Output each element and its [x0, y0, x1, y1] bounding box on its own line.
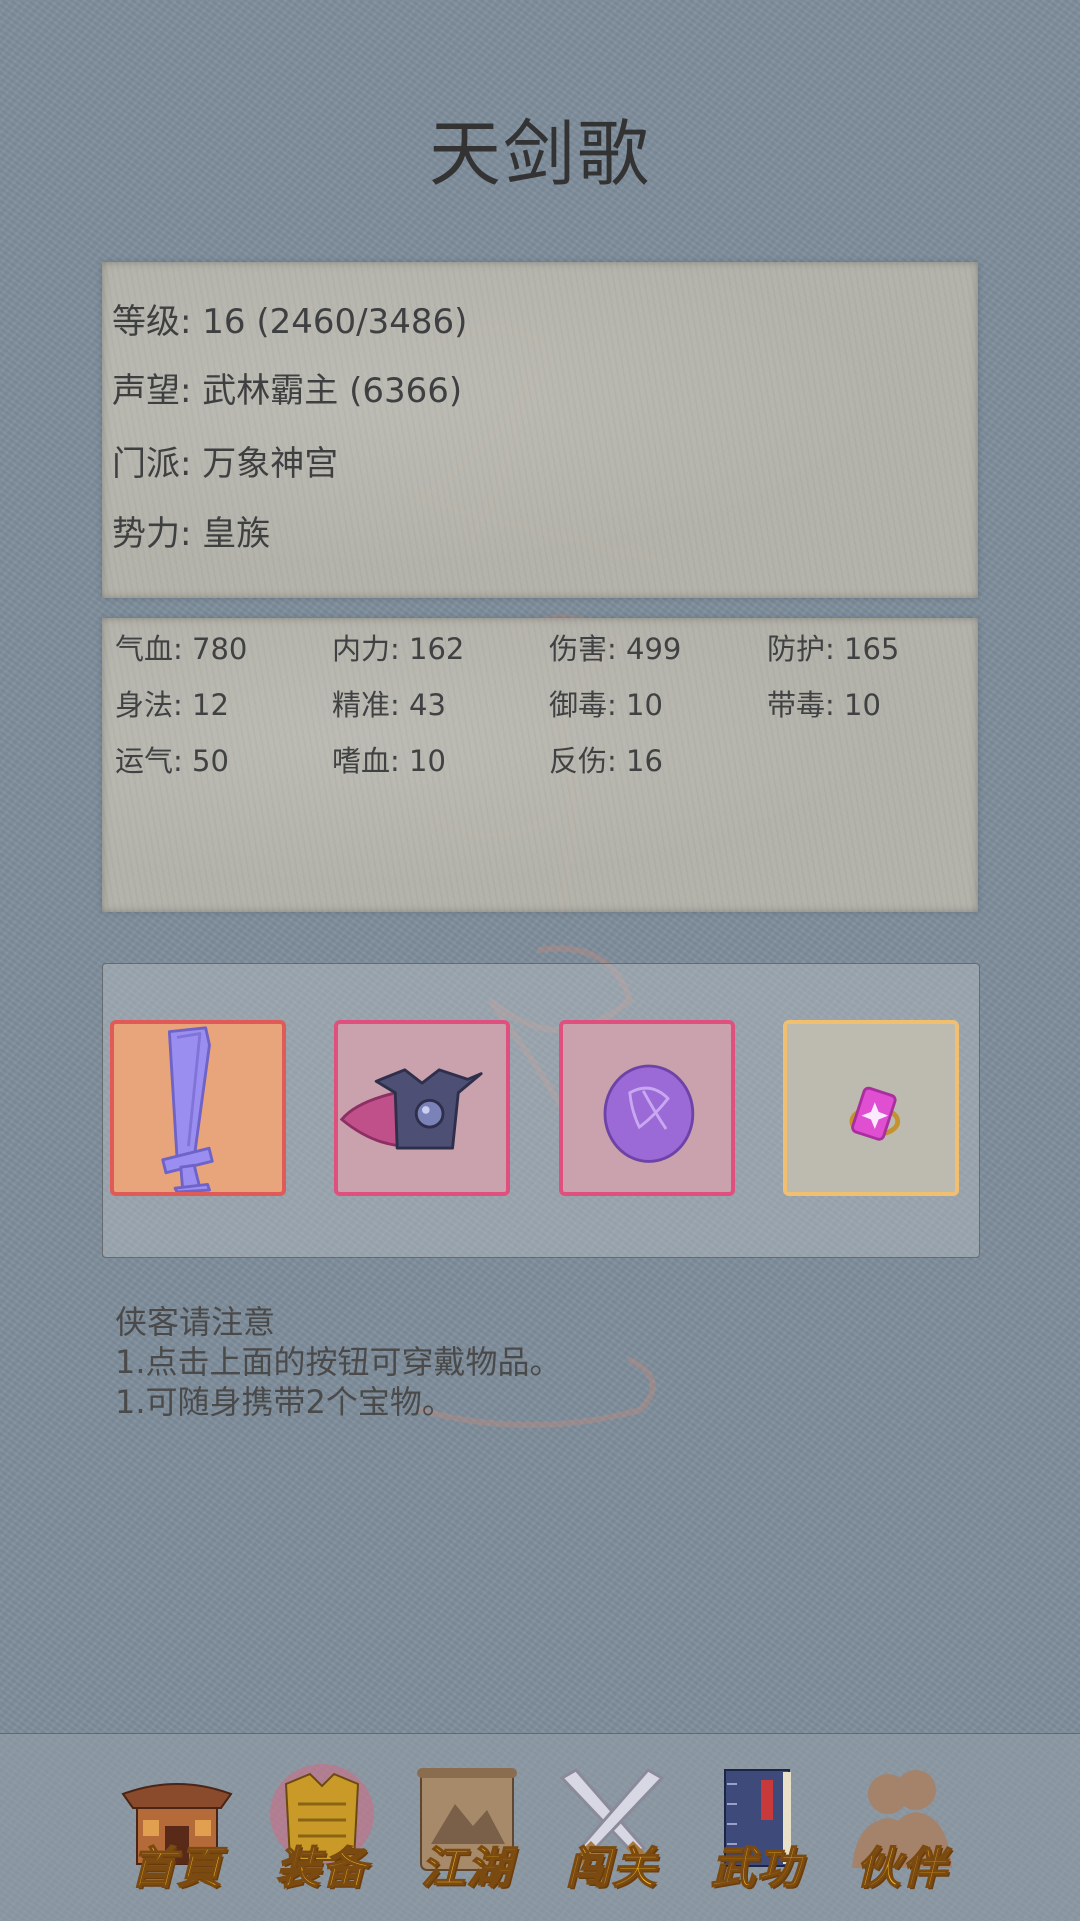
stat-label: 内力: [332, 632, 391, 666]
stat-defense: 防护: 165: [767, 632, 900, 666]
sword-icon: [161, 1026, 214, 1192]
nav-companions[interactable]: 伙伴: [842, 1764, 962, 1895]
nav-home[interactable]: 首頁: [117, 1764, 237, 1895]
nav-martial-arts[interactable]: 武功: [697, 1764, 817, 1895]
ring-icon: [849, 1086, 901, 1141]
stat-value: 43: [409, 688, 446, 722]
stat-poison-resist: 御毒: 10: [549, 688, 663, 722]
stat-value: 162: [409, 632, 465, 666]
level-label: 等级: [112, 302, 180, 342]
nav-equipment[interactable]: 装备: [262, 1764, 382, 1895]
sect-value: 万象神宫: [202, 444, 339, 484]
nav-equipment-label: 装备: [275, 1842, 368, 1895]
fame-row: 声望: 武林霸主 (6366): [112, 371, 463, 411]
armor-slot[interactable]: [334, 1020, 510, 1196]
stat-accuracy: 精准: 43: [332, 688, 446, 722]
stat-value: 780: [192, 632, 248, 666]
character-info-panel: 等级: 16 (2460/3486) 声望: 武林霸主 (6366) 门派: 万…: [102, 262, 978, 598]
stat-hp: 气血: 780: [115, 632, 248, 666]
stat-value: 50: [192, 744, 229, 778]
nav-home-label: 首頁: [130, 1842, 223, 1895]
equipment-panel: [102, 963, 980, 1258]
sect-row: 门派: 万象神宫: [112, 444, 339, 484]
stat-poison: 带毒: 10: [767, 688, 881, 722]
stat-value: 10: [626, 688, 663, 722]
level-row: 等级: 16 (2460/3486): [112, 302, 468, 342]
stat-damage: 伤害: 499: [549, 632, 682, 666]
stat-label: 精准: [332, 688, 391, 722]
stat-label: 御毒: [549, 688, 608, 722]
notice-line-1: 1.点击上面的按钮可穿戴物品。: [115, 1343, 562, 1381]
stat-lifesteal: 嗜血: 10: [332, 744, 446, 778]
stat-reflect: 反伤: 16: [549, 744, 663, 778]
stat-value: 499: [626, 632, 682, 666]
bottom-nav: 首頁 装备 江湖 闯关 武功 伙伴: [0, 1733, 1080, 1921]
stat-label: 运气: [115, 744, 174, 778]
stat-luck: 运气: 50: [115, 744, 229, 778]
notice-line-2: 1.可随身携带2个宝物。: [115, 1383, 454, 1421]
stat-mp: 内力: 162: [332, 632, 465, 666]
nav-martial-arts-label: 武功: [710, 1842, 803, 1895]
stat-label: 伤害: [549, 632, 608, 666]
stat-value: 12: [192, 688, 229, 722]
stat-value: 10: [844, 688, 881, 722]
notice-heading: 侠客请注意: [115, 1303, 276, 1341]
stat-agility: 身法: 12: [115, 688, 229, 722]
nav-challenge-label: 闯关: [565, 1842, 658, 1895]
stat-label: 带毒: [767, 688, 826, 722]
faction-value: 皇族: [202, 514, 271, 554]
page-title: 天剑歌: [428, 112, 651, 196]
faction-label: 势力: [112, 514, 180, 554]
armor-icon: [339, 1068, 483, 1150]
stat-value: 165: [844, 632, 900, 666]
stats-panel: 气血: 780 内力: 162 伤害: 499 防护: 165 身法: 12 精…: [102, 618, 978, 912]
stat-label: 嗜血: [332, 744, 391, 778]
weapon-slot[interactable]: [110, 1020, 286, 1196]
stat-label: 身法: [115, 688, 174, 722]
nav-jianghu-label: 江湖: [420, 1842, 513, 1895]
notice-text: 侠客请注意 1.点击上面的按钮可穿戴物品。 1.可随身携带2个宝物。: [115, 1302, 562, 1422]
stat-label: 反伤: [549, 744, 608, 778]
level-value: 16 (2460/3486): [202, 302, 468, 342]
fame-value: 武林霸主 (6366): [202, 371, 463, 411]
nav-jianghu[interactable]: 江湖: [407, 1764, 527, 1895]
stat-value: 10: [409, 744, 446, 778]
faction-row: 势力: 皇族: [112, 514, 271, 554]
stat-label: 气血: [115, 632, 174, 666]
orb-icon: [603, 1064, 695, 1163]
treasure-slot[interactable]: [783, 1020, 959, 1196]
nav-challenge[interactable]: 闯关: [552, 1764, 672, 1895]
fame-label: 声望: [112, 371, 180, 411]
stat-value: 16: [626, 744, 663, 778]
sect-label: 门派: [112, 444, 180, 484]
stat-label: 防护: [767, 632, 826, 666]
nav-companions-label: 伙伴: [855, 1842, 948, 1895]
accessory-slot[interactable]: [559, 1020, 735, 1196]
